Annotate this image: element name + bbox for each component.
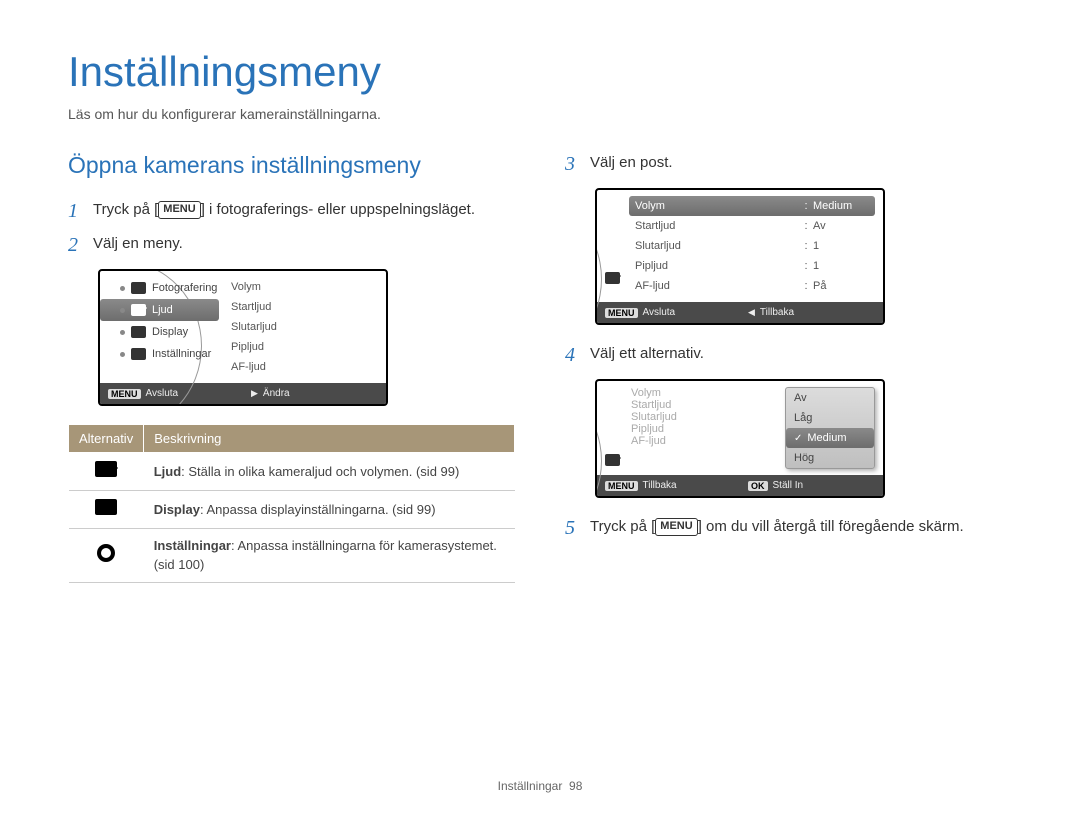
step-3: 3 Välj en post. bbox=[565, 152, 1012, 176]
option-item: Hög bbox=[786, 448, 874, 468]
arrow-left-icon: ◀ bbox=[748, 307, 755, 318]
step-1: 1 Tryck på [MENU] i fotograferings- elle… bbox=[68, 199, 515, 223]
step-number: 3 bbox=[565, 152, 580, 176]
setting-key: Slutarljud bbox=[635, 240, 799, 252]
step-4: 4 Välj ett alternativ. bbox=[565, 343, 1012, 367]
step-number: 5 bbox=[565, 516, 580, 540]
step-number: 1 bbox=[68, 199, 83, 223]
table-row: Ljud: Ställa in olika kameraljud och vol… bbox=[69, 453, 515, 491]
step-5: 5 Tryck på [MENU] om du vill återgå till… bbox=[565, 516, 1012, 540]
footer-left: MENUAvsluta bbox=[100, 383, 243, 404]
menu-item-icon bbox=[131, 282, 146, 294]
setting-row: AF-ljud:På bbox=[629, 276, 875, 296]
camera-screen-option: VolymStartljudSlutarljudPipljudAF-ljud A… bbox=[595, 379, 885, 498]
option-item: Låg bbox=[786, 408, 874, 428]
submenu-item: Volym bbox=[229, 277, 382, 297]
setting-key: Pipljud bbox=[635, 260, 799, 272]
page-title: Inställningsmeny bbox=[68, 48, 1012, 96]
setting-key: Startljud bbox=[635, 220, 799, 232]
footer-left: MENUTillbaka bbox=[597, 475, 740, 496]
menu-button-label: MENU bbox=[158, 201, 200, 218]
menu-button-icon: MENU bbox=[605, 308, 638, 318]
submenu-item: Volym bbox=[631, 387, 781, 399]
step-text: Välj ett alternativ. bbox=[590, 343, 704, 366]
page-footer: Inställningar 98 bbox=[0, 779, 1080, 793]
option-item: ✓Medium bbox=[786, 428, 874, 448]
menu-button-icon: MENU bbox=[108, 389, 141, 399]
menu-item-label: Ljud bbox=[152, 304, 173, 316]
submenu-item: Pipljud bbox=[631, 423, 781, 435]
submenu-item: Slutarljud bbox=[631, 411, 781, 423]
display-icon bbox=[95, 499, 117, 515]
check-icon: ✓ bbox=[794, 433, 802, 444]
section-title: Öppna kamerans inställningsmeny bbox=[68, 152, 515, 179]
step-number: 4 bbox=[565, 343, 580, 367]
setting-row: Startljud:Av bbox=[629, 216, 875, 236]
submenu-item: AF-ljud bbox=[229, 357, 382, 377]
option-panel: AvLåg✓MediumHög bbox=[785, 387, 875, 469]
col-alternative: Alternativ bbox=[69, 425, 144, 453]
dot-icon bbox=[120, 330, 125, 335]
dot-icon bbox=[120, 352, 125, 357]
camera-screen-post: Volym:MediumStartljud:AvSlutarljud:1Pipl… bbox=[595, 188, 885, 325]
speaker-icon bbox=[95, 461, 117, 477]
setting-value: 1 bbox=[813, 240, 869, 252]
menu-button-label: MENU bbox=[655, 518, 697, 535]
step-text: Tryck på [MENU] i fotograferings- eller … bbox=[93, 199, 475, 222]
menu-item-icon bbox=[131, 304, 146, 316]
table-row: Inställningar: Anpassa inställningarna f… bbox=[69, 529, 515, 582]
menu-item-icon bbox=[131, 348, 146, 360]
sound-icon bbox=[605, 454, 620, 466]
page-subtitle: Läs om hur du konfigurerar kamerainställ… bbox=[68, 106, 1012, 122]
step-text: Tryck på [MENU] om du vill återgå till f… bbox=[590, 516, 964, 539]
submenu-item: AF-ljud bbox=[631, 435, 781, 447]
options-table: Alternativ Beskrivning Ljud: Ställa in o… bbox=[68, 424, 515, 583]
setting-value: Av bbox=[813, 220, 869, 232]
option-item: Av bbox=[786, 388, 874, 408]
setting-value: Medium bbox=[813, 200, 869, 212]
menu-item-icon bbox=[131, 326, 146, 338]
footer-right: OKStäll In bbox=[740, 475, 883, 496]
step-text: Välj en meny. bbox=[93, 233, 183, 256]
footer-left: MENUAvsluta bbox=[597, 302, 740, 323]
menu-item: Fotografering bbox=[100, 277, 225, 299]
menu-item: Inställningar bbox=[100, 343, 225, 365]
table-row: Display: Anpassa displayinställningarna.… bbox=[69, 491, 515, 529]
menu-item: Ljud bbox=[100, 299, 219, 321]
submenu-item: Slutarljud bbox=[229, 317, 382, 337]
menu-item-label: Fotografering bbox=[152, 282, 217, 294]
arrow-right-icon: ▶ bbox=[251, 388, 258, 399]
footer-right: ▶Ändra bbox=[243, 383, 386, 404]
camera-screen-menu: Fotografering Ljud Display Inställningar Vo… bbox=[98, 269, 388, 406]
menu-item-label: Display bbox=[152, 326, 188, 338]
dot-icon bbox=[120, 286, 125, 291]
setting-value: 1 bbox=[813, 260, 869, 272]
setting-row: Pipljud:1 bbox=[629, 256, 875, 276]
col-description: Beskrivning bbox=[144, 425, 515, 453]
step-number: 2 bbox=[68, 233, 83, 257]
gear-icon bbox=[97, 544, 115, 562]
setting-row: Volym:Medium bbox=[629, 196, 875, 216]
submenu-item: Pipljud bbox=[229, 337, 382, 357]
dot-icon bbox=[120, 308, 125, 313]
submenu-item: Startljud bbox=[631, 399, 781, 411]
menu-item-label: Inställningar bbox=[152, 348, 211, 360]
menu-button-icon: MENU bbox=[605, 481, 638, 491]
menu-item: Display bbox=[100, 321, 225, 343]
footer-right: ◀Tillbaka bbox=[740, 302, 883, 323]
setting-row: Slutarljud:1 bbox=[629, 236, 875, 256]
sound-icon bbox=[605, 272, 620, 284]
setting-key: AF-ljud bbox=[635, 280, 799, 292]
step-text: Välj en post. bbox=[590, 152, 673, 175]
setting-value: På bbox=[813, 280, 869, 292]
ok-button-icon: OK bbox=[748, 481, 768, 491]
step-2: 2 Välj en meny. bbox=[68, 233, 515, 257]
submenu-item: Startljud bbox=[229, 297, 382, 317]
setting-key: Volym bbox=[635, 200, 799, 212]
